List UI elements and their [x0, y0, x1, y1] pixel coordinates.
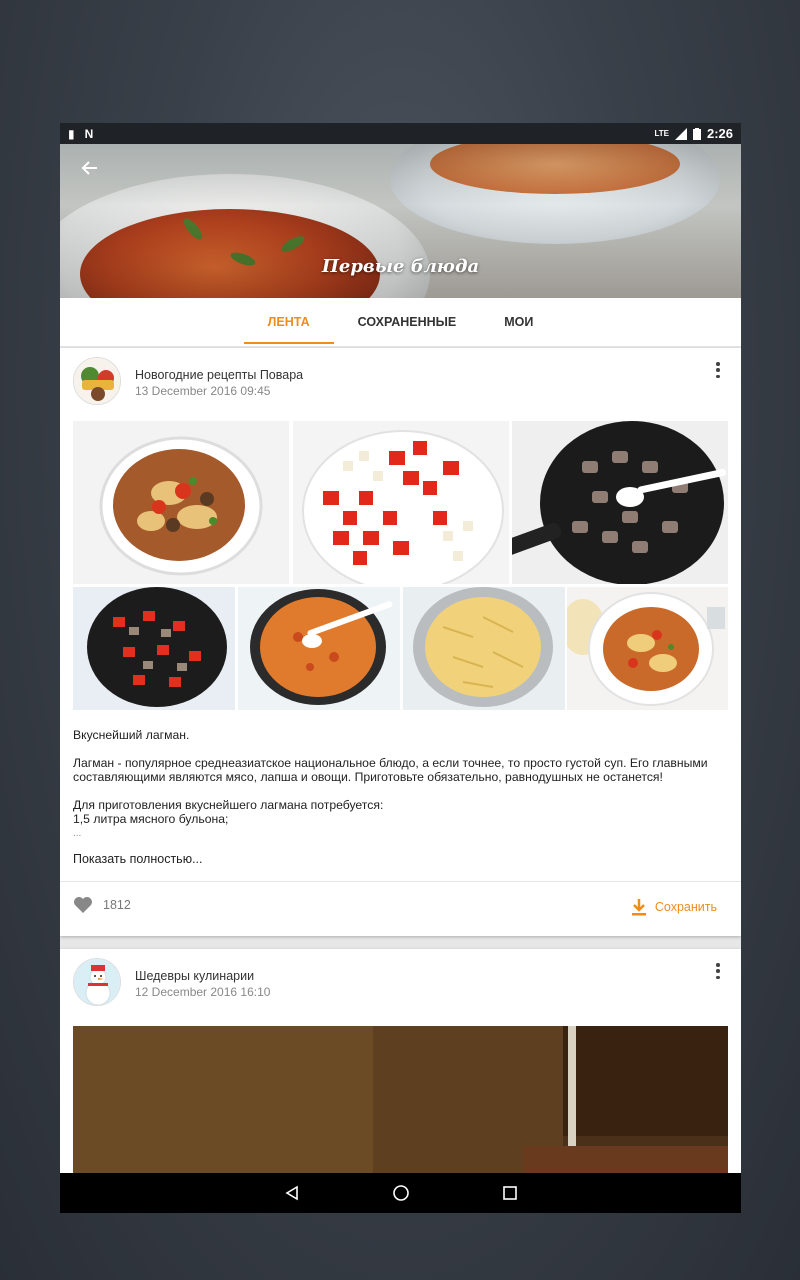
post-paragraph: Для приготовления вкуснейшего лагмана по…: [73, 797, 384, 812]
post-card: Новогодние рецепты Повара 13 December 20…: [60, 348, 741, 936]
post-header: Новогодние рецепты Повара 13 December 20…: [60, 348, 741, 418]
notification-n-icon: N: [84, 126, 94, 141]
square-recents-icon: [502, 1186, 517, 1200]
battery-icon: [692, 127, 701, 140]
tab-mine[interactable]: МОИ: [480, 298, 557, 346]
page-title: Первые блюда: [321, 256, 480, 277]
triangle-back-icon: [284, 1185, 298, 1201]
photo-lagman-bowl[interactable]: [73, 421, 289, 584]
post-header: Шедевры кулинарии 12 December 2016 16:10: [60, 949, 741, 1019]
photo-pot-noodles[interactable]: [403, 587, 565, 710]
arrow-left-icon: [81, 161, 97, 175]
author-avatar[interactable]: [73, 357, 121, 405]
post-text: Вкуснейший лагман. Лагман - популярное с…: [73, 728, 728, 839]
more-options-button[interactable]: [713, 360, 723, 380]
save-button[interactable]: Сохранить: [631, 898, 717, 916]
like-button[interactable]: 1812: [73, 896, 131, 914]
post-date: 13 December 2016 09:45: [135, 384, 271, 398]
clock: 2:26: [706, 126, 733, 141]
nav-back-button[interactable]: [280, 1181, 304, 1205]
divider: [60, 881, 741, 882]
tab-feed[interactable]: ЛЕНТА: [243, 298, 334, 346]
photo-pan-vegetables[interactable]: [73, 587, 235, 710]
nav-home-button[interactable]: [389, 1181, 413, 1205]
tab-saved[interactable]: СОХРАНЕННЫЕ: [334, 298, 481, 346]
photo-pot-soup[interactable]: [238, 587, 400, 710]
author-name[interactable]: Новогодние рецепты Повара: [135, 368, 303, 382]
post-ellipsis: ...: [73, 827, 82, 839]
photo-chopped-vegetables[interactable]: [293, 421, 509, 584]
author-avatar[interactable]: [73, 958, 121, 1006]
author-name[interactable]: Шедевры кулинарии: [135, 969, 254, 983]
back-button[interactable]: [80, 158, 104, 182]
photo-lagman-served[interactable]: [567, 587, 728, 710]
nav-recents-button[interactable]: [498, 1181, 522, 1205]
show-more-link[interactable]: Показать полностью...: [73, 852, 203, 866]
navigation-bar: [60, 1173, 741, 1213]
sd-card-icon: ▮: [68, 126, 75, 141]
post-paragraph: 1,5 литра мясного бульона;: [73, 812, 229, 826]
circle-home-icon: [392, 1185, 409, 1201]
download-icon: [631, 899, 646, 916]
app-window: ▮ N LTE 2:26 Первые блюда ЛЕНТА СОХРАНЕН…: [60, 123, 741, 1213]
header-banner: Первые блюда: [60, 144, 741, 298]
like-count: 1812: [103, 898, 131, 912]
tab-bar: ЛЕНТА СОХРАНЕННЫЕ МОИ: [60, 298, 741, 346]
more-options-button[interactable]: [713, 961, 723, 981]
post-paragraph: Вкуснейший лагман.: [73, 728, 190, 742]
photo-frying-meat[interactable]: [512, 421, 728, 584]
status-bar: ▮ N LTE 2:26: [60, 123, 741, 144]
signal-icon: [674, 127, 687, 140]
network-type: LTE: [654, 129, 669, 138]
heart-icon: [74, 897, 92, 913]
post-date: 12 December 2016 16:10: [135, 985, 271, 999]
save-label: Сохранить: [654, 900, 717, 914]
post-paragraph: Лагман - популярное среднеазиатское наци…: [73, 755, 708, 785]
